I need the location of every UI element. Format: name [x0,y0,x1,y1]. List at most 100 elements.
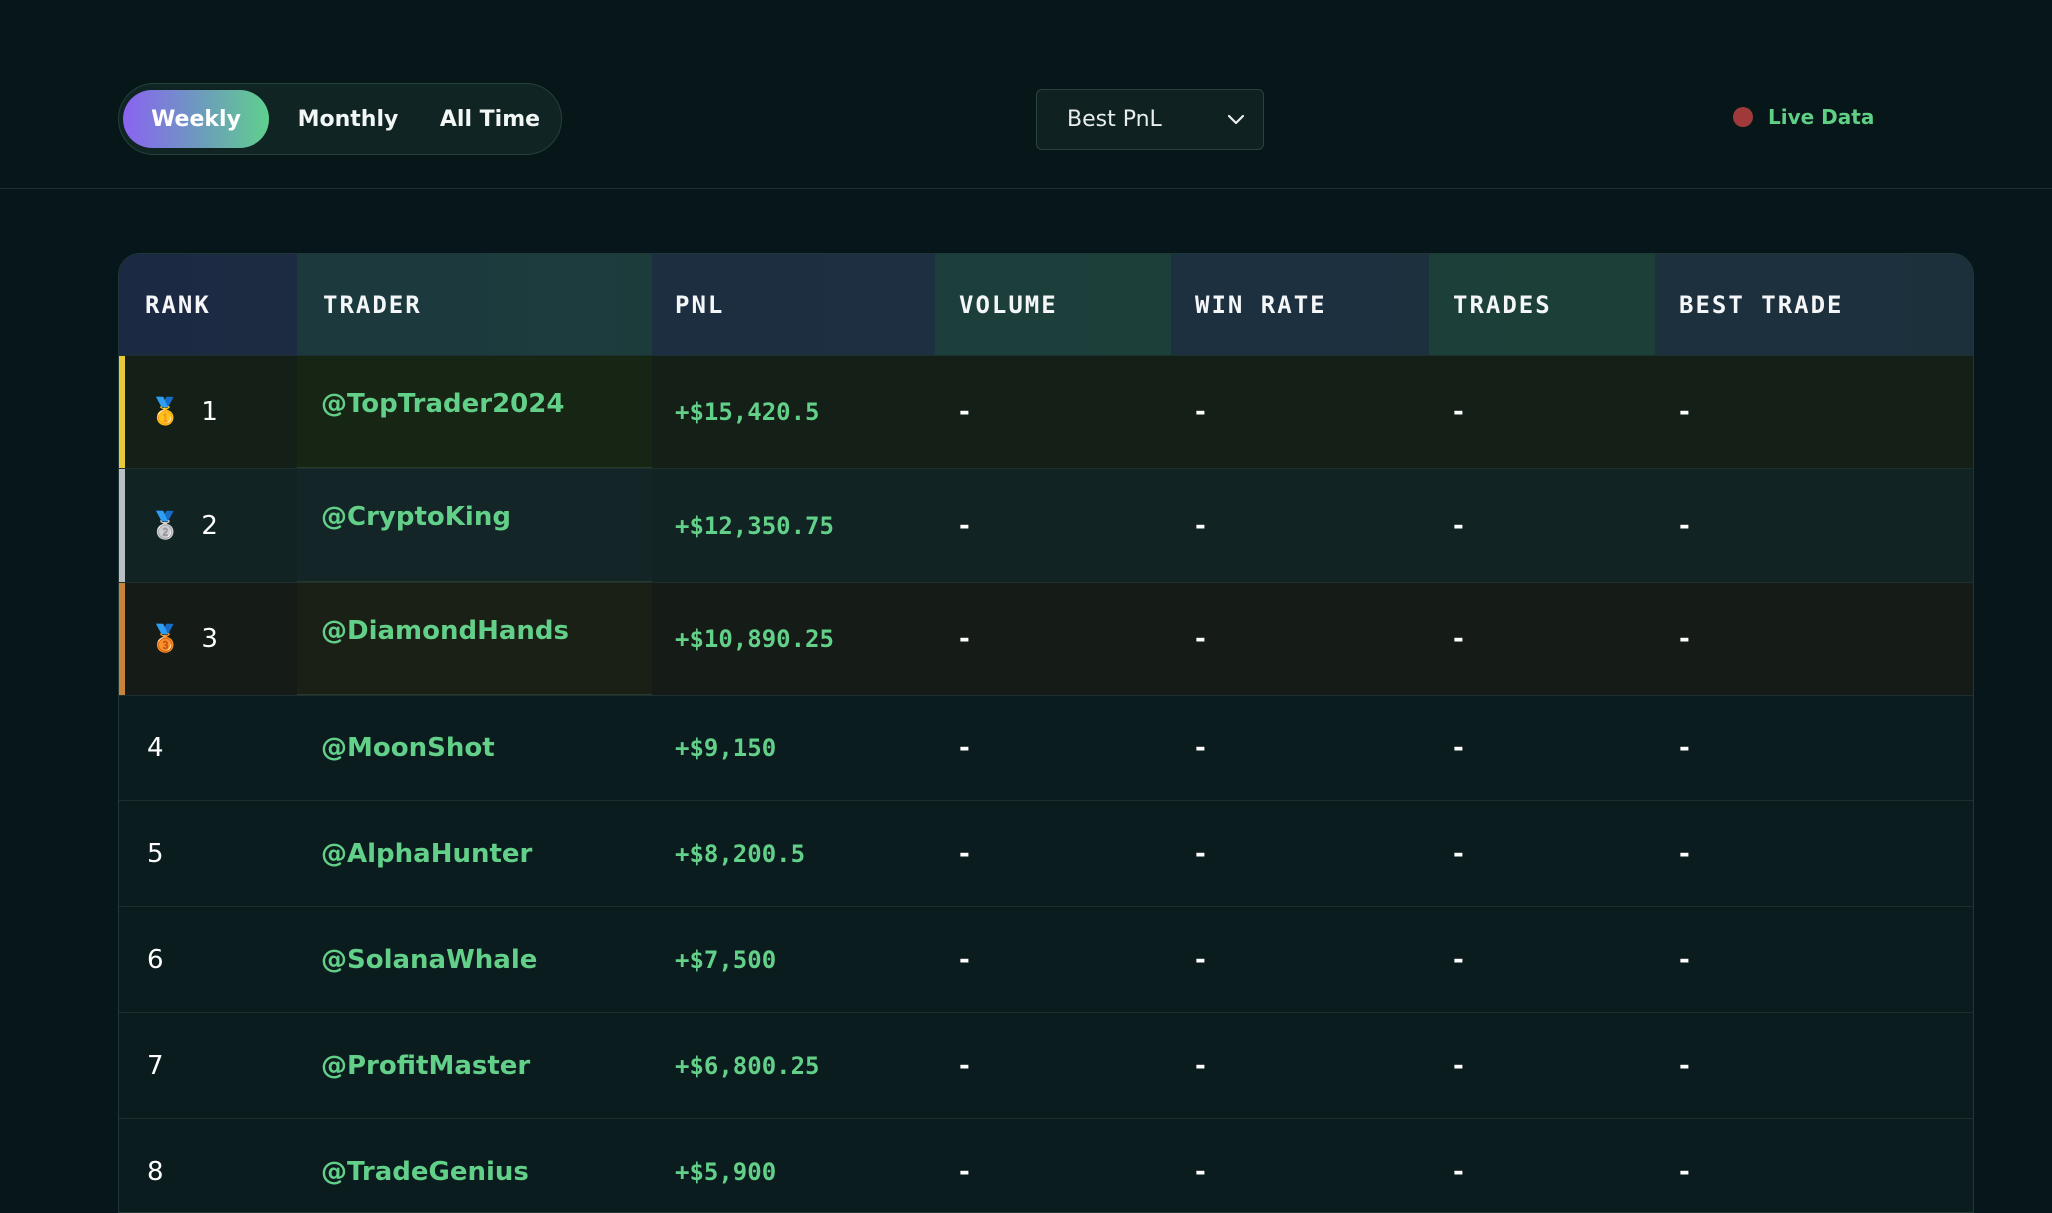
volume-cell: - [959,1013,1159,1118]
period-toggle: Weekly Monthly All Time [118,83,562,155]
trader-name-link[interactable]: @DiamondHands [321,616,569,646]
trader-cell: @DiamondHands [321,583,641,695]
win-rate-value: - [1195,838,1206,869]
best-trade-cell: - [1679,696,1879,800]
rank-cell: 7 [147,1013,295,1118]
live-data-label: Live Data [1768,105,1875,129]
pnl-value: +$7,500 [675,945,777,974]
volume-cell: - [959,801,1159,906]
win-rate-value: - [1195,733,1206,763]
pnl-value: +$6,800.25 [675,1051,820,1080]
medal-icon: 🥈 [149,510,182,541]
trades-cell: - [1453,696,1653,800]
rank-number: 7 [147,1050,164,1081]
trades-value: - [1453,733,1464,763]
trades-value: - [1453,397,1464,427]
best-trade-cell: - [1679,801,1879,906]
volume-value: - [959,733,970,763]
pnl-value: +$12,350.75 [675,511,834,540]
pnl-cell: +$7,500 [675,907,935,1012]
trades-cell: - [1453,1119,1653,1212]
best-trade-cell: - [1679,469,1879,582]
win-rate-cell: - [1195,801,1395,906]
trades-cell: - [1453,801,1653,906]
col-header-trades[interactable]: TRADES [1429,254,1655,355]
rank-number: 3 [201,624,218,654]
table-row[interactable]: 5 @AlphaHunter +$8,200.5 - - - - [119,800,1973,906]
period-monthly-button[interactable]: Monthly [281,90,415,148]
table-row[interactable]: 8 @TradeGenius +$5,900 - - - - [119,1118,1973,1212]
rank-number: 2 [201,510,218,541]
period-alltime-button[interactable]: All Time [427,90,553,148]
table-row[interactable]: 6 @SolanaWhale +$7,500 - - - - [119,906,1973,1012]
table-row[interactable]: 🥉 3 @DiamondHands +$10,890.25- - - - [119,582,1973,695]
pnl-cell: +$9,150 [675,696,935,800]
sort-select[interactable]: Best PnL [1036,89,1264,150]
table-row[interactable]: 🥈 2 @CryptoKing +$12,350.75- - - - [119,468,1973,582]
best-trade-value: - [1679,733,1690,763]
volume-value: - [959,510,970,541]
col-header-win-rate[interactable]: WIN RATE [1171,254,1429,355]
win-rate-cell: - [1195,356,1395,468]
trader-name-link[interactable]: @AlphaHunter [321,839,532,869]
rank-number: 6 [147,944,164,975]
live-status-dot-icon [1733,107,1753,127]
win-rate-cell: - [1195,583,1395,695]
trader-cell: @ProfitMaster [321,1013,641,1118]
table-header: RANK TRADER PNL VOLUME WIN RATE TRADES B… [119,254,1973,355]
win-rate-value: - [1195,624,1206,654]
best-trade-value: - [1679,944,1690,975]
rank-number: 5 [147,838,164,869]
best-trade-value: - [1679,510,1690,541]
trades-cell: - [1453,469,1653,582]
trades-value: - [1453,510,1464,541]
period-weekly-button[interactable]: Weekly [123,90,269,148]
trader-name-link[interactable]: @TopTrader2024 [321,389,564,419]
live-data-indicator: Live Data [1733,105,1874,129]
col-header-rank[interactable]: RANK [119,254,297,355]
best-trade-value: - [1679,838,1690,869]
best-trade-cell: - [1679,907,1879,1012]
volume-cell: - [959,907,1159,1012]
rank-cell: 🥉 3 [149,583,297,695]
trades-value: - [1453,838,1464,869]
win-rate-cell: - [1195,1013,1395,1118]
trades-value: - [1453,1156,1464,1187]
leaderboard-table: RANK TRADER PNL VOLUME WIN RATE TRADES B… [118,253,1974,1213]
best-trade-cell: - [1679,1119,1879,1212]
trades-value: - [1453,944,1464,975]
rank-cell: 4 [147,696,295,800]
trader-name-link[interactable]: @ProfitMaster [321,1051,530,1081]
rank-cell: 5 [147,801,295,906]
rank-cell: 6 [147,907,295,1012]
col-header-volume[interactable]: VOLUME [935,254,1171,355]
best-trade-value: - [1679,1156,1690,1187]
rank-cell: 🥇 1 [149,356,297,468]
volume-value: - [959,397,970,427]
volume-value: - [959,944,970,975]
col-header-pnl[interactable]: PNL [652,254,935,355]
table-row[interactable]: 4 @MoonShot +$9,150 - - - - [119,695,1973,800]
rank-number: 1 [201,397,218,427]
table-row[interactable]: 7 @ProfitMaster +$6,800.25 - - - - [119,1012,1973,1118]
trader-cell: @TradeGenius [321,1119,641,1212]
rank-highlight-bar [119,583,125,695]
trades-cell: - [1453,1013,1653,1118]
volume-cell: - [959,1119,1159,1212]
pnl-cell: +$6,800.25 [675,1013,935,1118]
trader-cell: @AlphaHunter [321,801,641,906]
best-trade-cell: - [1679,583,1879,695]
medal-icon: 🥇 [149,397,182,427]
trader-name-link[interactable]: @MoonShot [321,733,495,763]
trades-value: - [1453,1050,1464,1081]
volume-cell: - [959,583,1159,695]
col-header-best-trade[interactable]: BEST TRADE [1655,254,1973,355]
pnl-value: +$5,900 [675,1157,777,1186]
table-row[interactable]: 🥇 1 @TopTrader2024 +$15,420.5- - - - [119,355,1973,468]
win-rate-value: - [1195,1050,1206,1081]
trader-name-link[interactable]: @SolanaWhale [321,945,537,975]
win-rate-cell: - [1195,907,1395,1012]
trader-name-link[interactable]: @TradeGenius [321,1157,529,1187]
col-header-trader[interactable]: TRADER [297,254,652,355]
trader-name-link[interactable]: @CryptoKing [321,502,511,532]
